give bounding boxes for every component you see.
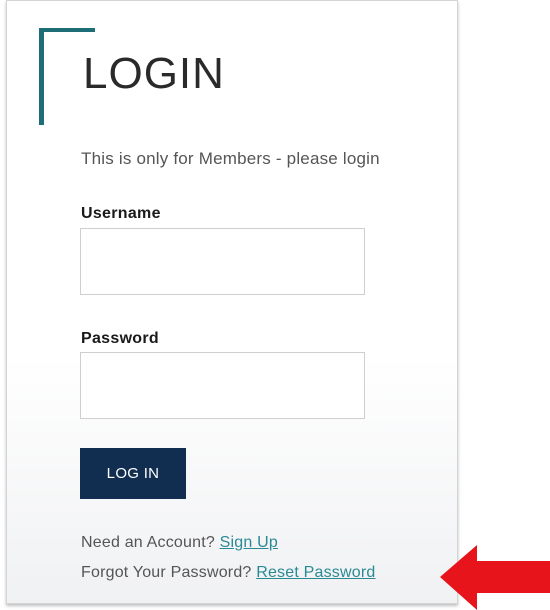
password-label: Password <box>81 330 159 347</box>
password-input[interactable] <box>80 352 365 419</box>
reset-line: Forgot Your Password? Reset Password <box>81 564 375 582</box>
page-title: LOGIN <box>83 49 225 98</box>
accent-bar-horizontal <box>39 28 95 32</box>
red-arrow-icon <box>440 545 550 610</box>
signup-link[interactable]: Sign Up <box>220 534 278 551</box>
username-input[interactable] <box>80 228 365 295</box>
username-label: Username <box>81 205 161 222</box>
login-button[interactable]: LOG IN <box>80 448 186 499</box>
login-subtitle: This is only for Members - please login <box>81 149 380 168</box>
accent-bar-vertical <box>39 28 44 125</box>
reset-prompt: Forgot Your Password? <box>81 564 252 581</box>
login-card: LOGIN This is only for Members - please … <box>6 0 458 604</box>
page: LOGIN This is only for Members - please … <box>0 0 550 610</box>
signup-line: Need an Account? Sign Up <box>81 534 278 552</box>
signup-prompt: Need an Account? <box>81 534 215 551</box>
reset-password-link[interactable]: Reset Password <box>256 564 375 581</box>
